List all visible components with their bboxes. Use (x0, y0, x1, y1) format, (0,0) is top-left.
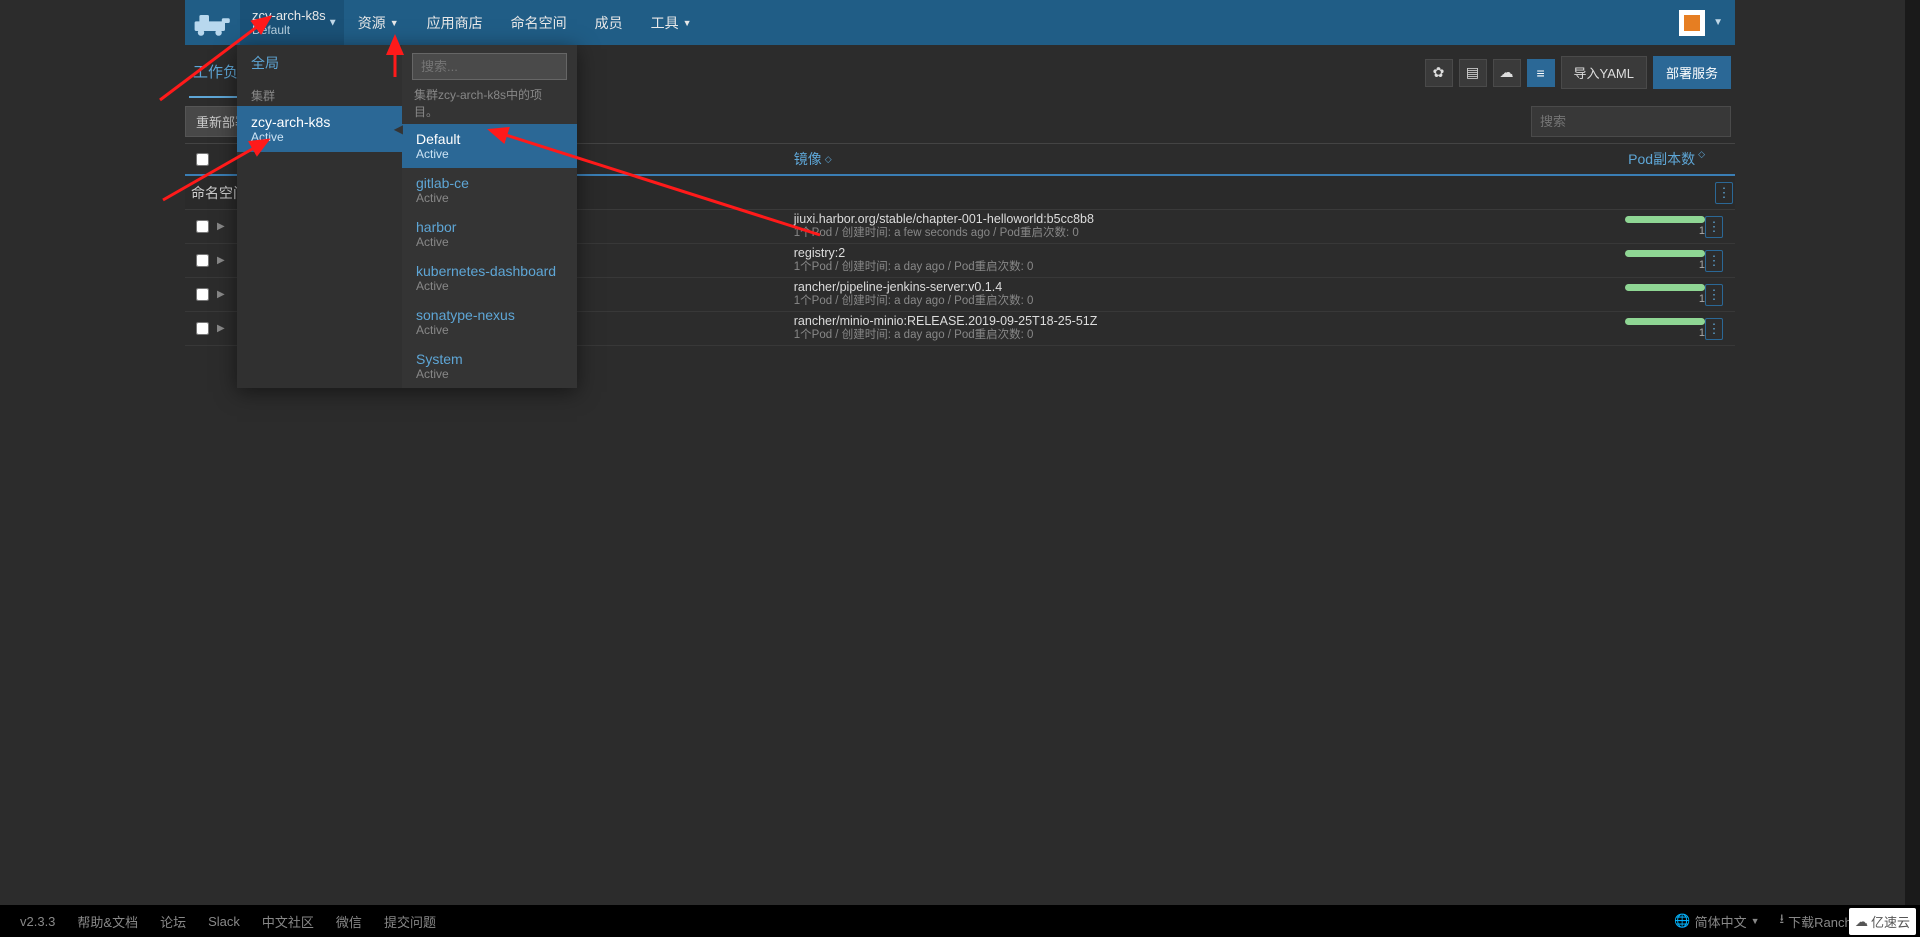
row-image: rancher/minio-minio:RELEASE.2019-09-25T1… (794, 314, 1605, 329)
row-menu-button[interactable]: ⋮ (1715, 182, 1733, 204)
nav-app-store[interactable]: 应用商店 (413, 0, 497, 45)
sort-icon: ◇ (825, 154, 832, 165)
row-checkbox[interactable] (196, 220, 209, 233)
col-pods[interactable]: Pod副本数◇ (1605, 149, 1705, 169)
search-input[interactable] (1531, 106, 1731, 137)
row-meta: 1个Pod / 创建时间: a day ago / Pod重启次数: 0 (794, 329, 1605, 343)
dropdown-global[interactable]: 全局 (237, 45, 402, 81)
user-avatar[interactable] (1679, 10, 1705, 36)
select-all-checkbox[interactable] (196, 153, 209, 166)
dropdown-project-item[interactable]: DefaultActive (402, 124, 577, 168)
row-meta: 1个Pod / 创建时间: a day ago / Pod重启次数: 0 (794, 261, 1605, 275)
dropdown-projects-column: 集群zcy-arch-k8s中的项目。 DefaultActive gitlab… (402, 45, 577, 388)
globe-icon: 🌐 (1674, 913, 1690, 929)
pod-bar (1625, 216, 1705, 223)
watermark: ☁亿速云 (1849, 908, 1916, 935)
top-nav: zcy-arch-k8s Default ▼ 资源▼ 应用商店 命名空间 成员 … (185, 0, 1735, 45)
row-image: registry:2 (794, 246, 1605, 261)
footer-link[interactable]: 提交问题 (384, 912, 436, 931)
row-menu-button[interactable]: ⋮ (1705, 318, 1723, 340)
rancher-logo[interactable] (185, 0, 240, 45)
row-meta: 1个Pod / 创建时间: a day ago / Pod重启次数: 0 (794, 295, 1605, 309)
row-menu-button[interactable]: ⋮ (1705, 250, 1723, 272)
dropdown-project-item[interactable]: sonatype-nexusActive (402, 300, 577, 344)
nav-right: ▼ (1679, 10, 1735, 36)
dropdown-project-item[interactable]: gitlab-ceActive (402, 168, 577, 212)
version-label: v2.3.3 (20, 914, 55, 929)
view-actions: ✿ ▤ ☁ ≡ 导入YAML 部署服务 (1425, 56, 1731, 89)
view-icon-list[interactable]: ▤ (1459, 59, 1487, 87)
dropdown-project-item[interactable]: harborActive (402, 212, 577, 256)
cloud-icon: ☁ (1855, 914, 1868, 930)
scrollbar-track[interactable] (1905, 0, 1920, 937)
footer-link[interactable]: 帮助&文档 (77, 912, 138, 931)
sort-icon: ◇ (1698, 149, 1705, 169)
row-checkbox[interactable] (196, 254, 209, 267)
dropdown-clusters-column: 全局 集群 zcy-arch-k8s Active (237, 45, 402, 388)
nav-resources[interactable]: 资源▼ (344, 0, 413, 45)
project-name: Default (252, 23, 326, 37)
nav-tools[interactable]: 工具▼ (637, 0, 706, 45)
dropdown-hint: 集群zcy-arch-k8s中的项目。 (402, 86, 577, 124)
footer-link[interactable]: Slack (208, 914, 240, 929)
chevron-down-icon: ▼ (683, 18, 692, 28)
row-meta: 1个Pod / 创建时间: a few seconds ago / Pod重启次… (794, 227, 1605, 241)
chevron-down-icon: ▼ (1751, 916, 1760, 926)
row-image: rancher/pipeline-jenkins-server:v0.1.4 (794, 280, 1605, 295)
row-menu-button[interactable]: ⋮ (1705, 284, 1723, 306)
cluster-project-dropdown: 全局 集群 zcy-arch-k8s Active 集群zcy-arch-k8s… (237, 45, 577, 388)
pod-bar (1625, 250, 1705, 257)
footer-link[interactable]: 中文社区 (262, 912, 314, 931)
row-image: jiuxi.harbor.org/stable/chapter-001-hell… (794, 212, 1605, 227)
chevron-down-icon: ▼ (390, 18, 399, 28)
footer-link[interactable]: 微信 (336, 912, 362, 931)
footer: v2.3.3 帮助&文档 论坛 Slack 中文社区 微信 提交问题 🌐简体中文… (0, 905, 1920, 937)
col-image[interactable]: 镜像◇ (794, 149, 1605, 169)
nav-links: 资源▼ 应用商店 命名空间 成员 工具▼ (344, 0, 706, 45)
dropdown-section-label: 集群 (237, 81, 402, 106)
chevron-down-icon[interactable]: ▼ (1713, 17, 1723, 28)
pod-bar (1625, 284, 1705, 291)
download-icon: ⭳ (1780, 910, 1785, 932)
row-menu-button[interactable]: ⋮ (1705, 216, 1723, 238)
import-yaml-button[interactable]: 导入YAML (1561, 56, 1647, 89)
view-icon-1[interactable]: ✿ (1425, 59, 1453, 87)
dropdown-project-item[interactable]: SystemActive (402, 344, 577, 388)
row-checkbox[interactable] (196, 288, 209, 301)
deploy-button[interactable]: 部署服务 (1653, 56, 1731, 89)
dropdown-project-item[interactable]: kubernetes-dashboardActive (402, 256, 577, 300)
footer-link[interactable]: 论坛 (160, 912, 186, 931)
dropdown-cluster-item[interactable]: zcy-arch-k8s Active (237, 106, 402, 152)
nav-members[interactable]: 成员 (581, 0, 637, 45)
view-icon-cloud[interactable]: ☁ (1493, 59, 1521, 87)
cluster-project-selector[interactable]: zcy-arch-k8s Default ▼ (240, 0, 344, 45)
pod-bar (1625, 318, 1705, 325)
cluster-name: zcy-arch-k8s (252, 8, 326, 24)
chevron-down-icon: ▼ (328, 17, 338, 28)
row-checkbox[interactable] (196, 322, 209, 335)
language-selector[interactable]: 🌐简体中文▼ (1674, 912, 1759, 931)
dropdown-search-input[interactable] (412, 53, 567, 80)
view-icon-grouped[interactable]: ≡ (1527, 59, 1555, 87)
nav-namespaces[interactable]: 命名空间 (497, 0, 581, 45)
